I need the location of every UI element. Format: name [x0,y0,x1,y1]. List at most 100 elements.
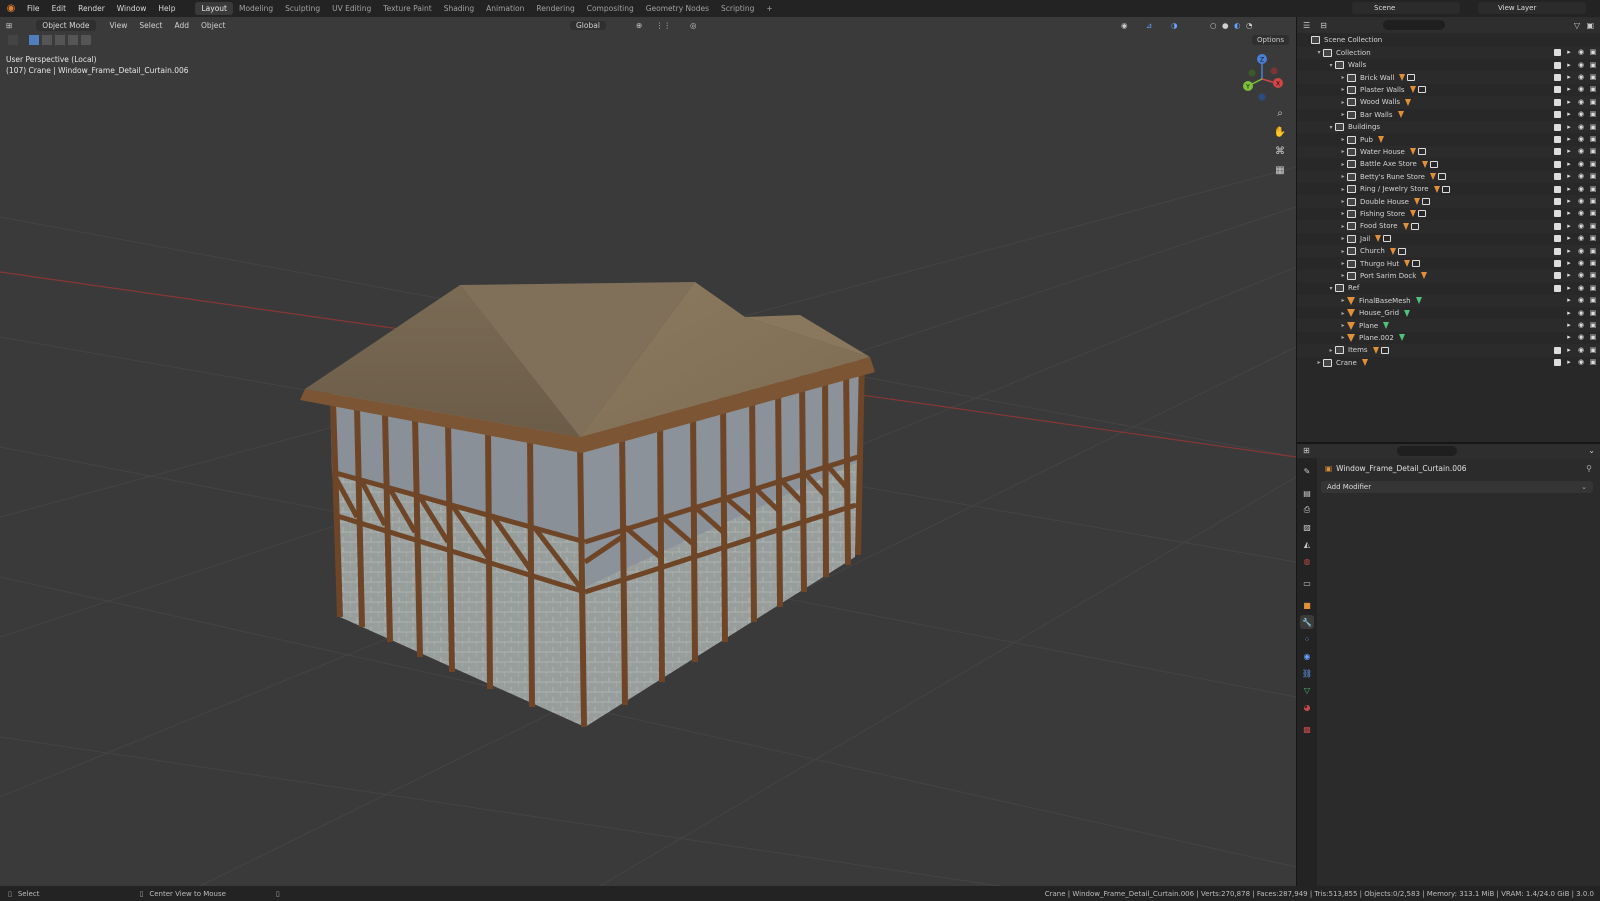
expand-arrow-icon[interactable]: ▸ [1339,173,1347,180]
eye-icon[interactable]: ◉ [1577,185,1585,193]
render-toggle-icon[interactable]: ▣ [1589,322,1597,329]
include-checkbox[interactable] [1554,86,1561,94]
properties-options-icon[interactable]: ⌄ [1588,446,1595,455]
mode-selector[interactable]: Object Mode [36,19,96,31]
snap-icon[interactable]: ⋮⋮ [650,21,677,30]
viewport-menu-select[interactable]: Select [133,21,168,30]
eye-icon[interactable]: ◉ [1577,235,1585,242]
render-toggle-icon[interactable]: ▣ [1589,98,1597,106]
render-toggle-icon[interactable]: ▣ [1589,61,1597,69]
render-toggle-icon[interactable]: ▣ [1589,173,1597,180]
include-checkbox[interactable] [1554,136,1561,144]
gizmo-icon[interactable]: ⊿ [1140,21,1158,30]
eye-icon[interactable]: ◉ [1577,334,1585,341]
expand-arrow-icon[interactable]: ▸ [1339,86,1347,93]
include-checkbox[interactable] [1554,346,1561,354]
expand-arrow-icon[interactable]: ▾ [1327,124,1335,131]
eye-icon[interactable]: ◉ [1577,136,1585,143]
scene-tab-icon[interactable]: ◭ [1300,537,1314,551]
outliner-row[interactable]: ▸ Ring / Jewelry Store ▸ ◉ ▣ [1297,183,1600,196]
select-toggle-icon[interactable]: ▸ [1565,198,1573,205]
tab-scripting[interactable]: Scripting [715,2,760,15]
select-toggle-icon[interactable]: ▸ [1565,346,1573,354]
outliner-row[interactable]: ▸ Plane.002 ▸ ◉ ▣ [1297,332,1600,345]
eye-icon[interactable]: ◉ [1577,49,1585,56]
scene-collection-row[interactable]: Scene Collection [1297,34,1600,47]
select-toggle-icon[interactable]: ▸ [1565,247,1573,255]
menu-edit[interactable]: Edit [46,4,73,13]
visibility-icon[interactable]: ◉ [1115,21,1134,30]
pin-icon[interactable]: ⚲ [1586,464,1592,473]
expand-arrow-icon[interactable]: ▸ [1339,136,1347,143]
eye-icon[interactable]: ◉ [1577,210,1585,217]
eye-icon[interactable]: ◉ [1577,309,1585,317]
outliner-row[interactable]: ▸ Plane ▸ ◉ ▣ [1297,319,1600,332]
eye-icon[interactable]: ◉ [1577,98,1585,106]
expand-arrow-icon[interactable]: ▸ [1339,334,1347,341]
tab-shading[interactable]: Shading [438,2,480,15]
physics-tab-icon[interactable]: ◉ [1300,649,1314,663]
zoom-icon[interactable]: ⌕ [1272,105,1288,121]
transform-orientation[interactable]: Global [570,20,606,30]
select-toggle-icon[interactable]: ▸ [1565,260,1573,267]
particles-tab-icon[interactable]: ⁘ [1300,632,1314,646]
eye-icon[interactable]: ◉ [1577,359,1585,366]
blender-logo-icon[interactable]: ◉ [4,2,18,16]
add-workspace-button[interactable]: + [760,2,778,15]
outliner-row[interactable]: ▸ Jail ▸ ◉ ▣ [1297,233,1600,246]
eye-icon[interactable]: ◉ [1577,198,1585,205]
properties-search-input[interactable] [1397,446,1457,456]
render-toggle-icon[interactable]: ▣ [1589,235,1597,242]
expand-arrow-icon[interactable]: ▸ [1339,186,1347,193]
outliner-row[interactable]: ▸ Wood Walls ▸ ◉ ▣ [1297,96,1600,109]
expand-arrow-icon[interactable]: ▸ [1339,111,1347,118]
expand-arrow-icon[interactable]: ▾ [1315,49,1323,56]
select-toggle-icon[interactable]: ▸ [1565,160,1573,168]
tab-sculpting[interactable]: Sculpting [279,2,326,15]
outliner-row[interactable]: ▸ House_Grid ▸ ◉ ▣ [1297,307,1600,320]
eye-icon[interactable]: ◉ [1577,148,1585,155]
eye-icon[interactable]: ◉ [1577,322,1585,329]
properties-editor-icon[interactable]: ⊞ [1303,446,1310,455]
eye-icon[interactable]: ◉ [1577,284,1585,292]
new-collection-icon[interactable]: ▣ [1586,21,1594,30]
tab-modeling[interactable]: Modeling [233,2,279,15]
include-checkbox[interactable] [1554,198,1561,206]
editor-type-icon[interactable]: ⊞ [0,21,18,30]
select-toggle-icon[interactable]: ▸ [1565,111,1573,118]
render-toggle-icon[interactable]: ▣ [1589,185,1597,193]
tab-animation[interactable]: Animation [480,2,530,15]
select-subtract-icon[interactable] [55,35,65,45]
expand-arrow-icon[interactable]: ▸ [1339,297,1347,304]
tool-select-icon[interactable] [8,35,18,45]
eye-icon[interactable]: ◉ [1577,160,1585,168]
collection-tab-icon[interactable]: ▭ [1300,576,1314,590]
expand-arrow-icon[interactable]: ▸ [1339,148,1347,155]
filter-icon[interactable]: ▽ [1574,21,1580,30]
select-toggle-icon[interactable]: ▸ [1565,297,1573,304]
tab-texture-paint[interactable]: Texture Paint [377,2,437,15]
outliner-row[interactable]: ▾ Buildings ▸ ◉ ▣ [1297,120,1600,134]
render-toggle-icon[interactable]: ▣ [1589,74,1597,81]
outliner-row[interactable]: ▸ Food Store ▸ ◉ ▣ [1297,220,1600,233]
select-toggle-icon[interactable]: ▸ [1565,86,1573,93]
render-toggle-icon[interactable]: ▣ [1589,49,1597,56]
outliner-row[interactable]: ▸ Battle Axe Store ▸ ◉ ▣ [1297,158,1600,171]
modifier-tab-icon[interactable]: 🔧 [1300,615,1314,629]
include-checkbox[interactable] [1554,61,1561,69]
eye-icon[interactable]: ◉ [1577,272,1585,279]
expand-arrow-icon[interactable]: ▸ [1339,99,1347,106]
select-toggle-icon[interactable]: ▸ [1565,136,1573,143]
expand-arrow-icon[interactable]: ▸ [1339,272,1347,279]
expand-arrow-icon[interactable]: ▸ [1315,359,1323,366]
select-toggle-icon[interactable]: ▸ [1565,148,1573,155]
include-checkbox[interactable] [1554,284,1561,292]
outliner-row[interactable]: ▸ Brick Wall ▸ ◉ ▣ [1297,71,1600,84]
render-toggle-icon[interactable]: ▣ [1589,309,1597,317]
data-tab-icon[interactable]: ▽ [1300,683,1314,697]
select-toggle-icon[interactable]: ▸ [1565,272,1573,279]
expand-arrow-icon[interactable]: ▸ [1339,248,1347,255]
select-toggle-icon[interactable]: ▸ [1565,74,1573,81]
view-layer-selector[interactable]: View Layer [1478,2,1586,14]
select-toggle-icon[interactable]: ▸ [1565,173,1573,180]
